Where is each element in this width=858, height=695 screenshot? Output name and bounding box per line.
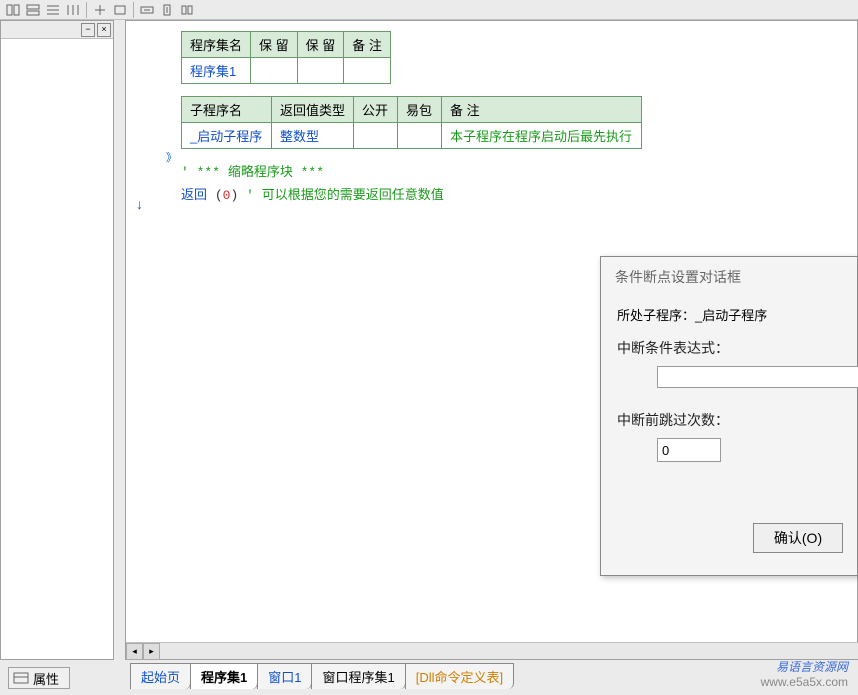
th-reserved-2: 保 留 (297, 32, 344, 58)
sub-rettype-cell[interactable]: 整数型 (272, 123, 354, 149)
cond-label: 中断条件表达式： (617, 338, 841, 358)
scroll-right-icon[interactable]: ▸ (143, 643, 160, 660)
toolbar-icon-4[interactable] (64, 2, 82, 18)
programset-table: 程序集名 保 留 保 留 备 注 程序集1 (181, 31, 391, 84)
th-yibao: 易包 (398, 97, 442, 123)
toolbar-icon-3[interactable] (44, 2, 62, 18)
th-public: 公开 (354, 97, 398, 123)
tab-window1[interactable]: 窗口1 (257, 663, 312, 689)
toolbar-icon-7[interactable] (138, 2, 156, 18)
toolbar-icon-2[interactable] (24, 2, 42, 18)
panel-close-icon[interactable]: × (97, 23, 111, 37)
sub-public-cell[interactable] (354, 123, 398, 149)
editor-tabs: 起始页 程序集1 窗口1 窗口程序集1 [Dll命令定义表] (130, 667, 858, 689)
sub-remark-cell[interactable]: 本子程序在程序启动后最先执行 (442, 123, 642, 149)
side-panel-header: − × (1, 21, 113, 39)
breakpoint-dialog: 条件断点设置对话框 所处子程序：_启动子程序 中断条件表达式： 中断前跳过次数：… (600, 256, 858, 576)
tab-start[interactable]: 起始页 (130, 663, 191, 689)
watermark: 易语言资源网 www.e5a5x.com (761, 660, 848, 691)
subroutine-table: 子程序名 返回值类型 公开 易包 备 注 _启动子程序 整数型 本子程序在程序启… (181, 96, 642, 149)
paren-close: ) (230, 188, 246, 203)
skip-input[interactable] (657, 438, 721, 462)
tab-dlltable[interactable]: [Dll命令定义表] (405, 663, 514, 689)
expand-marker-icon[interactable]: 》 (166, 149, 177, 165)
toolbar-icon-5[interactable] (91, 2, 109, 18)
comment-prefix: ' (181, 165, 189, 180)
tab-progset1[interactable]: 程序集1 (190, 663, 258, 689)
ok-button[interactable]: 确认(O) (753, 523, 843, 553)
toolbar-icon-9[interactable] (178, 2, 196, 18)
toolbar-sep-1 (86, 2, 87, 18)
tab-winprogset1[interactable]: 窗口程序集1 (311, 663, 405, 689)
scroll-left-icon[interactable]: ◂ (126, 643, 143, 660)
sub-value: _启动子程序 (695, 308, 767, 323)
side-panel: − × (0, 20, 114, 660)
properties-label: 属性 (33, 669, 59, 688)
return-comment-prefix: ' (246, 188, 254, 203)
th-sub-name: 子程序名 (182, 97, 272, 123)
progset-name-cell[interactable]: 程序集1 (182, 58, 251, 84)
skip-label: 中断前跳过次数： (617, 410, 841, 430)
toolbar-icon-6[interactable] (111, 2, 129, 18)
progset-remark-cell[interactable] (344, 58, 391, 84)
watermark-line2: www.e5a5x.com (761, 675, 848, 691)
th-remark: 备 注 (344, 32, 391, 58)
bottom-bar: 属性 起始页 程序集1 窗口1 窗口程序集1 [Dll命令定义表] 易语言资源网… (0, 660, 858, 695)
properties-icon (13, 671, 29, 685)
th-ret-type: 返回值类型 (272, 97, 354, 123)
progset-res1-cell[interactable] (251, 58, 298, 84)
sub-yibao-cell[interactable] (398, 123, 442, 149)
down-arrow-icon[interactable]: ↓ (136, 196, 143, 212)
toolbar-icon-8[interactable] (158, 2, 176, 18)
toolbar-icon-1[interactable] (4, 2, 22, 18)
progset-res2-cell[interactable] (297, 58, 344, 84)
return-comment: 可以根据您的需要返回任意数值 (262, 188, 444, 203)
return-keyword: 返回 (181, 188, 207, 203)
watermark-line1: 易语言资源网 (761, 660, 848, 676)
th-progset-name: 程序集名 (182, 32, 251, 58)
th-reserved-1: 保 留 (251, 32, 298, 58)
code-line-collapsed[interactable]: ' *** 缩略程序块 *** (181, 161, 837, 180)
panel-minimize-icon[interactable]: − (81, 23, 95, 37)
sub-row: 所处子程序：_启动子程序 (617, 305, 841, 324)
toolbar-sep-2 (133, 2, 134, 18)
sub-label: 所处子程序： (617, 308, 695, 323)
dialog-title: 条件断点设置对话框 (601, 257, 857, 305)
paren-open: ( (215, 188, 223, 203)
code-line-return[interactable]: 返回 (0) ' 可以根据您的需要返回任意数值 (181, 184, 837, 203)
th-sub-remark: 备 注 (442, 97, 642, 123)
collapsed-block: *** 缩略程序块 *** (197, 165, 324, 180)
toolbar (0, 0, 858, 20)
cond-input[interactable] (657, 366, 858, 388)
h-scrollbar[interactable]: ◂ ▸ (126, 642, 858, 659)
properties-tab[interactable]: 属性 (8, 667, 70, 689)
sub-name-cell[interactable]: _启动子程序 (182, 123, 272, 149)
